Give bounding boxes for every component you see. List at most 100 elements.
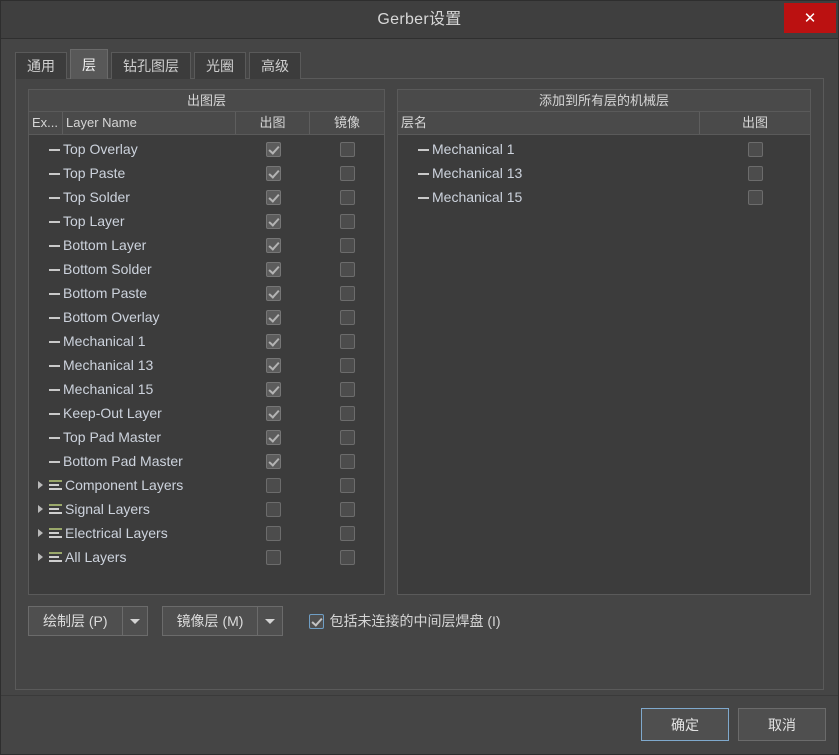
plot-cell[interactable] [236,165,310,181]
tab-5[interactable]: 高级 [249,52,301,79]
table-row[interactable]: Mechanical 15 [398,185,810,209]
plot-cell[interactable] [700,165,810,181]
plot-cell[interactable] [236,333,310,349]
ok-button[interactable]: 确定 [641,708,729,741]
plot-checkbox[interactable] [265,405,281,421]
plot-checkbox[interactable] [747,141,763,157]
plot-checkbox[interactable] [265,429,281,445]
plot-checkbox[interactable] [265,285,281,301]
mirror-cell[interactable] [310,141,384,157]
mirror-checkbox[interactable] [339,309,355,325]
close-icon[interactable]: ✕ [784,3,836,33]
table-row[interactable]: Bottom Solder [29,257,384,281]
plot-cell[interactable] [236,189,310,205]
mirror-cell[interactable] [310,261,384,277]
plot-layers-button-label[interactable]: 绘制层 (P) [29,607,122,635]
table-row[interactable]: Top Paste [29,161,384,185]
plot-cell[interactable] [236,453,310,469]
mirror-cell[interactable] [310,453,384,469]
plot-checkbox[interactable] [265,237,281,253]
plot-cell[interactable] [236,141,310,157]
table-row[interactable]: Mechanical 13 [29,353,384,377]
plot-cell[interactable] [236,357,310,373]
plot-layers-dropdown-toggle[interactable] [121,607,147,635]
plot-checkbox[interactable] [265,525,281,541]
mirror-checkbox[interactable] [339,525,355,541]
tab-4[interactable]: 光圈 [194,52,246,79]
table-row[interactable]: Electrical Layers [29,521,384,545]
table-row[interactable]: Bottom Overlay [29,305,384,329]
plot-cell[interactable] [236,429,310,445]
plot-cell[interactable] [236,525,310,541]
mirror-cell[interactable] [310,165,384,181]
expand-toggle[interactable] [29,505,49,513]
table-row[interactable]: Mechanical 1 [29,329,384,353]
plot-checkbox[interactable] [747,189,763,205]
table-row[interactable]: Top Pad Master [29,425,384,449]
column-header-plot-right[interactable]: 出图 [700,112,810,134]
plot-cell[interactable] [236,261,310,277]
mirror-checkbox[interactable] [339,261,355,277]
mirror-cell[interactable] [310,333,384,349]
mirror-cell[interactable] [310,237,384,253]
tab-3[interactable]: 钻孔图层 [111,52,191,79]
plot-checkbox[interactable] [265,477,281,493]
expand-toggle[interactable] [29,481,49,489]
column-header-mirror[interactable]: 镜像 [310,112,384,134]
plot-checkbox[interactable] [265,333,281,349]
mirror-checkbox[interactable] [339,357,355,373]
plot-cell[interactable] [236,309,310,325]
plot-cell[interactable] [236,237,310,253]
mirror-checkbox[interactable] [339,213,355,229]
table-row[interactable]: Keep-Out Layer [29,401,384,425]
column-header-plot[interactable]: 出图 [236,112,310,134]
mirror-cell[interactable] [310,357,384,373]
table-row[interactable]: Component Layers [29,473,384,497]
mirror-checkbox[interactable] [339,237,355,253]
mirror-cell[interactable] [310,501,384,517]
expand-toggle[interactable] [29,553,49,561]
plot-checkbox[interactable] [265,213,281,229]
mirror-checkbox[interactable] [339,477,355,493]
mirror-checkbox[interactable] [339,381,355,397]
table-row[interactable]: Top Overlay [29,137,384,161]
mirror-checkbox[interactable] [339,333,355,349]
mirror-cell[interactable] [310,429,384,445]
mirror-layers-dropdown-toggle[interactable] [257,607,282,635]
plot-checkbox[interactable] [747,165,763,181]
plot-checkbox[interactable] [265,453,281,469]
plot-checkbox[interactable] [265,309,281,325]
tab-2[interactable]: 层 [70,49,108,79]
plot-checkbox[interactable] [265,549,281,565]
include-unconnected-pads-checkbox[interactable]: 包括未连接的中间层焊盘 (I) [309,611,501,631]
mirror-cell[interactable] [310,309,384,325]
mirror-checkbox[interactable] [339,405,355,421]
plot-cell[interactable] [236,213,310,229]
mirror-checkbox[interactable] [339,429,355,445]
table-row[interactable]: Top Layer [29,209,384,233]
mirror-layers-button-label[interactable]: 镜像层 (M) [163,607,258,635]
mirror-layers-split-button[interactable]: 镜像层 (M) [161,606,284,636]
plot-cell[interactable] [700,189,810,205]
include-unconnected-pads-box[interactable] [309,613,325,629]
mirror-cell[interactable] [310,213,384,229]
table-row[interactable]: Mechanical 13 [398,161,810,185]
mirror-checkbox[interactable] [339,189,355,205]
mirror-cell[interactable] [310,549,384,565]
plot-cell[interactable] [236,549,310,565]
plot-checkbox[interactable] [265,381,281,397]
table-row[interactable]: Bottom Layer [29,233,384,257]
mirror-cell[interactable] [310,525,384,541]
table-row[interactable]: Signal Layers [29,497,384,521]
mirror-checkbox[interactable] [339,453,355,469]
column-header-extension[interactable]: Ex... [29,112,63,134]
mirror-checkbox[interactable] [339,501,355,517]
plot-cell[interactable] [236,477,310,493]
table-row[interactable]: Bottom Pad Master [29,449,384,473]
plot-layers-split-button[interactable]: 绘制层 (P) [28,606,148,636]
table-row[interactable]: Bottom Paste [29,281,384,305]
table-row[interactable]: Mechanical 1 [398,137,810,161]
table-row[interactable]: Top Solder [29,185,384,209]
mirror-cell[interactable] [310,405,384,421]
plot-checkbox[interactable] [265,165,281,181]
